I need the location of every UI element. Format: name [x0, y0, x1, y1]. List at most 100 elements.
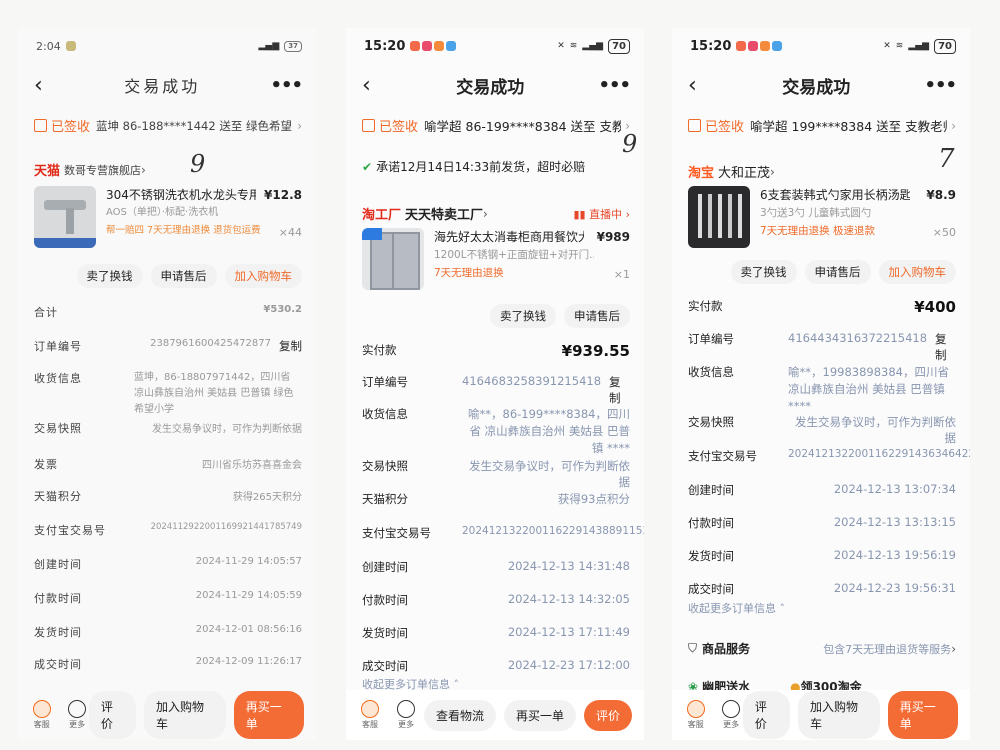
package-icon — [688, 119, 701, 132]
mute-icon: ✕ — [557, 41, 565, 51]
rebuy-button[interactable]: 再买一单 — [503, 699, 576, 731]
service-desc: 包含7天无理由退货等服务 — [823, 642, 952, 656]
back-icon[interactable]: ‹ — [34, 73, 54, 98]
detail-value: 四川省乐坊苏喜喜金会 — [202, 460, 302, 471]
after-sale-button[interactable]: 申请售后 — [804, 260, 871, 284]
rebuy-button[interactable]: 再买一单 — [887, 691, 958, 739]
battery-indicator: 37 — [284, 40, 302, 52]
app-icon — [446, 41, 457, 51]
package-icon — [34, 119, 47, 132]
order-screen-2: 15:20 ✕ ≋ ▂▄▆ 70 ‹ 交易成功 ••• 已签收 喻学超 86-199*… — [346, 28, 644, 740]
add-cart-button[interactable]: 加入购物车 — [878, 260, 956, 284]
copy-button[interactable]: 复制 — [279, 338, 302, 354]
product-price: ¥12.8 — [264, 188, 302, 202]
app-icon — [736, 41, 747, 51]
more-button[interactable]: 更多 — [65, 700, 88, 730]
shop-name: 数哥专营旗舰店 — [64, 163, 142, 177]
app-icon — [748, 41, 759, 51]
copy-button[interactable]: 复制 — [609, 374, 630, 406]
detail-row[interactable]: 交易快照 发生交易争议时，可作为判断依据 — [362, 458, 630, 490]
chevron-up-icon: ˄ — [779, 601, 786, 615]
delivery-status[interactable]: 已签收 蓝坤 86-188****1442 送至 绿色希望... › — [34, 116, 302, 135]
detail-value: 2024-12-23 19:56:31 — [833, 581, 956, 595]
detail-key: 交易快照 — [362, 459, 408, 473]
delivery-status[interactable]: 已签收 喻学超 86-199****8384 送至 支教... › — [362, 116, 630, 135]
detail-value: 2024-12-13 17:11:49 — [507, 625, 630, 639]
customer-service-button[interactable]: 客服 — [30, 700, 53, 730]
sell-button[interactable]: 卖了换钱 — [76, 264, 143, 288]
add-cart-button[interactable]: 加入购物车 — [224, 264, 302, 288]
product-card[interactable]: 6支套装韩式勺家用长柄汤匙调 3勺送3勺 儿童韩式圆勺 7天无理由退换 极速退款… — [688, 186, 956, 248]
detail-row: 创建时间 2024-11-29 14:05:57 — [34, 556, 302, 572]
add-cart-button[interactable]: 加入购物车 — [144, 691, 226, 739]
top-nav: ‹ 交易成功 ••• — [672, 70, 970, 100]
more-button[interactable]: 更多 — [719, 700, 742, 730]
delivery-status[interactable]: 已签收 喻学超 199****8384 送至 支教老师 › — [688, 116, 956, 135]
detail-key: 付款时间 — [362, 593, 408, 607]
detail-row[interactable]: 天猫积分 获得93点积分 — [362, 491, 630, 507]
app-icon — [434, 41, 445, 51]
detail-key: 发货时间 — [362, 626, 408, 640]
shop-header[interactable]: 天猫 数哥专营旗舰店 › — [34, 160, 302, 180]
app-icon — [422, 41, 433, 51]
signal-icon: ▂▄▆ — [258, 41, 280, 51]
total-label: 实付款 — [688, 299, 723, 313]
copy-button[interactable]: 复制 — [935, 331, 956, 363]
page-title: 交易成功 — [782, 77, 851, 98]
detail-row[interactable]: 交易快照 发生交易争议时，可作为判断依据 — [34, 420, 302, 436]
top-nav: ‹ 交易成功 ••• — [18, 70, 316, 100]
product-promo: 帮一赔四 7天无理由退换 退货包运费 — [106, 225, 261, 236]
more-icon[interactable]: ••• — [270, 75, 303, 96]
app-icon — [410, 41, 421, 51]
more-button[interactable]: 更多 — [394, 700, 418, 730]
back-icon[interactable]: ‹ — [688, 73, 708, 98]
shop-header[interactable]: 淘宝 大和正茂 › — [688, 162, 956, 182]
customer-service-button[interactable]: 客服 — [684, 700, 707, 730]
review-button[interactable]: 评价 — [742, 691, 791, 739]
product-image — [34, 186, 96, 248]
back-icon[interactable]: ‹ — [362, 73, 382, 98]
product-name: 6支套装韩式勺家用长柄汤匙调 — [760, 188, 910, 202]
detail-key: 成交时间 — [34, 658, 82, 671]
service-row[interactable]: ⛉ 商品服务 包含7天无理由退货等服务 › — [688, 640, 956, 657]
detail-row: 支付宝交易号 2024112922001169921441785749 — [34, 522, 302, 538]
detail-key: 付款时间 — [34, 592, 82, 605]
product-card[interactable]: 304不锈钢洗衣机水龙头专用4分 AOS（单把）·标配·洗衣机 帮一赔四 7天无… — [34, 186, 302, 248]
product-card[interactable]: 海先好太太消毒柜商用餐饮大容 1200L不锈钢+正面旋钮+对开门... 7天无理… — [362, 228, 630, 290]
icon-label: 客服 — [362, 720, 378, 729]
logistics-button[interactable]: 查看物流 — [423, 699, 496, 731]
detail-row: 收货信息 喻**，86-199****8384，四川省 凉山彝族自治州 美姑县 … — [362, 406, 630, 455]
detail-key: 创建时间 — [362, 560, 408, 574]
more-dots-icon — [722, 700, 741, 718]
live-badge[interactable]: ▮▮ 直播中 › — [573, 206, 630, 222]
signed-address: 喻学超 86-199****8384 送至 支教... — [424, 119, 622, 134]
order-screen-1: 2:04 ▂▄▆ 37 ‹ 交易成功 ••• 已签收 蓝坤 86-188****1… — [18, 28, 316, 740]
detail-value: 发生交易争议时，可作为判断依据 — [469, 459, 630, 489]
after-sale-button[interactable]: 申请售后 — [564, 304, 630, 328]
detail-row[interactable]: 交易快照 发生交易争议时，可作为判断依据 — [688, 414, 956, 446]
more-icon[interactable]: ••• — [598, 75, 631, 96]
after-sale-button[interactable]: 申请售后 — [150, 264, 217, 288]
handwritten-note: 9 — [622, 130, 638, 158]
bottom-bar: 客服 更多 评价 加入购物车 再买一单 — [18, 690, 316, 740]
detail-key: 收货信息 — [362, 407, 408, 421]
review-button[interactable]: 评价 — [583, 699, 632, 731]
service-icon — [361, 700, 379, 718]
sell-button[interactable]: 卖了换钱 — [730, 260, 797, 284]
live-label: 直播中 — [589, 207, 623, 221]
customer-service-button[interactable]: 客服 — [358, 700, 382, 730]
detail-row: 付款时间 2024-12-13 13:13:15 — [688, 515, 956, 531]
order-screen-3: 15:20 ✕ ≋ ▂▄▆ 70 ‹ 交易成功 ••• 已签收 喻学超 199****… — [672, 28, 970, 740]
signed-address: 喻学超 199****8384 送至 支教老师 — [750, 119, 948, 134]
rebuy-button[interactable]: 再买一单 — [233, 691, 304, 739]
detail-row: 订单编号 2387961600425472877 复制 — [34, 338, 302, 354]
more-icon[interactable]: ••• — [924, 75, 957, 96]
detail-row: 付款时间 2024-11-29 14:05:59 — [34, 590, 302, 606]
review-button[interactable]: 评价 — [88, 691, 137, 739]
detail-key: 发货时间 — [34, 626, 82, 639]
package-icon — [362, 119, 375, 132]
shop-header[interactable]: 淘工厂 天天特卖工厂 › ▮▮ 直播中 › — [362, 204, 630, 224]
add-cart-button[interactable]: 加入购物车 — [798, 691, 880, 739]
sell-button[interactable]: 卖了换钱 — [490, 304, 556, 328]
collapse-link[interactable]: 收起更多订单信息 ˄ — [688, 600, 956, 616]
